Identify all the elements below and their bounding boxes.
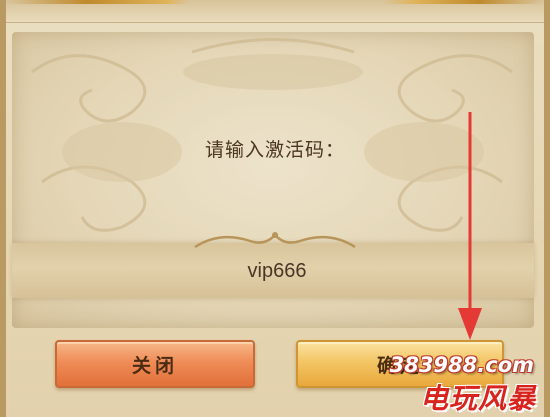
watermark-brand: 电玩风暴 xyxy=(419,382,536,415)
site-watermark: 383988.com 电玩风暴 xyxy=(376,353,544,415)
close-button[interactable]: 关闭 xyxy=(55,340,255,388)
watermark-url: 383988.com xyxy=(389,353,534,377)
activation-code-input[interactable] xyxy=(175,243,379,300)
dialog-top-border xyxy=(6,0,544,23)
red-arrow-down-icon xyxy=(458,112,482,340)
